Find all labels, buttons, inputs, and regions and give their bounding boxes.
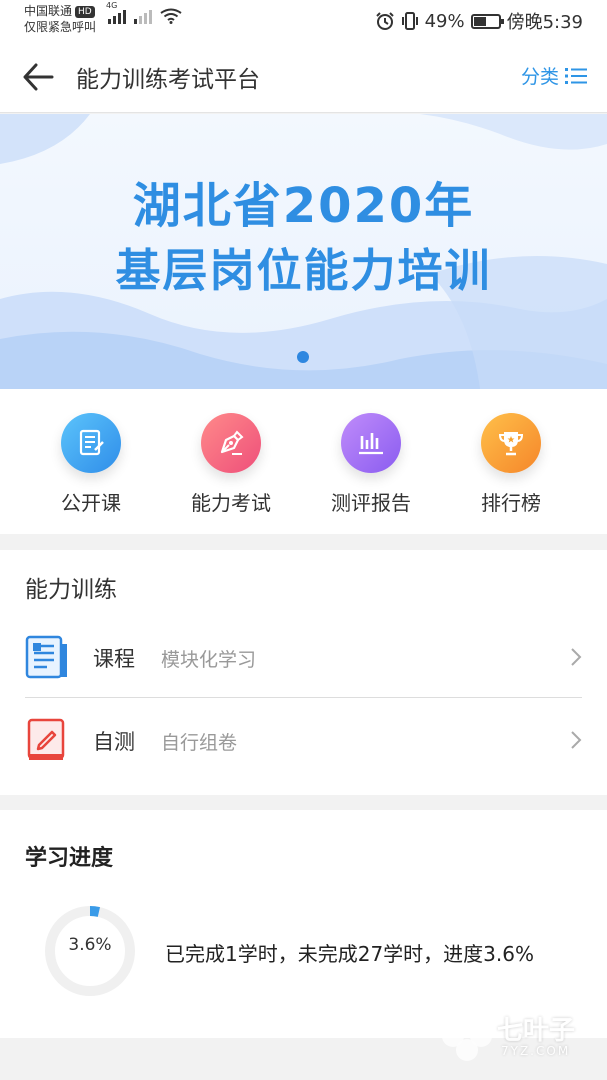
status-right: 49% 傍晚5:39 — [375, 8, 583, 34]
carousel-indicator-dot[interactable] — [297, 351, 309, 363]
alarm-icon — [375, 12, 394, 30]
status-bar: 中国联通 HD 仅限紧急呼叫 4G 49% 傍晚5:39 — [0, 0, 607, 40]
quick-item-open-course[interactable]: 公开课 — [31, 413, 151, 516]
signal-bars-icon — [108, 8, 126, 24]
leaf-logo-icon — [442, 1007, 492, 1061]
quick-item-label: 排行榜 — [481, 491, 541, 515]
list-item-self-test[interactable]: 自测 自行组卷 — [25, 699, 582, 781]
signal-bars-weak-icon — [134, 8, 152, 24]
battery-percent: 49% — [424, 10, 465, 32]
pen-nib-icon — [201, 413, 261, 473]
row-title: 自测 — [93, 730, 135, 754]
bar-chart-icon — [341, 413, 401, 473]
top-nav-bar: 能力训练考试平台 分类 — [0, 40, 607, 113]
course-book-icon — [25, 635, 67, 679]
wifi-icon — [160, 8, 182, 24]
category-label: 分类 — [520, 66, 559, 88]
self-test-icon — [27, 718, 65, 760]
list-item-course[interactable]: 课程 模块化学习 — [25, 616, 582, 698]
banner-title-line2: 基层岗位能力培训 — [115, 244, 492, 297]
quick-item-label: 能力考试 — [191, 491, 271, 515]
quick-item-label: 公开课 — [61, 491, 121, 515]
watermark-text: 七叶子 — [497, 1016, 576, 1046]
back-arrow-icon[interactable] — [22, 62, 54, 92]
emergency-text: 仅限紧急呼叫 — [24, 20, 97, 34]
quick-item-label: 测评报告 — [331, 491, 411, 515]
section-title: 学习进度 — [25, 846, 114, 871]
carrier-name: 中国联通 — [24, 4, 73, 18]
battery-icon — [470, 13, 504, 29]
banner-title-line1: 湖北省2020年 — [132, 178, 475, 234]
carrier-info: 中国联通 HD 仅限紧急呼叫 — [24, 3, 96, 35]
trophy-icon — [481, 413, 541, 473]
chevron-right-icon — [571, 648, 582, 666]
section-title: 能力训练 — [25, 577, 117, 603]
progress-description: 已完成1学时，未完成27学时，进度3.6% — [165, 942, 534, 966]
signal-indicators: 4G — [106, 1, 182, 24]
document-edit-icon — [61, 413, 121, 473]
quick-item-report[interactable]: 测评报告 — [311, 413, 431, 516]
row-subtitle: 模块化学习 — [161, 649, 257, 671]
progress-ring-label: 3.6% — [68, 935, 112, 955]
chevron-right-icon — [571, 731, 582, 749]
quick-menu: 公开课 能力考试 测评报告 排行榜 — [0, 389, 607, 534]
vibrate-icon — [401, 12, 418, 30]
category-button[interactable]: 分类 — [521, 62, 587, 89]
watermark-logo: 七叶子 7YZ.COM — [439, 1000, 589, 1070]
hd-badge: HD — [75, 6, 95, 18]
quick-item-ranking[interactable]: 排行榜 — [451, 413, 571, 516]
quick-item-ability-exam[interactable]: 能力考试 — [171, 413, 291, 516]
banner-carousel[interactable]: 湖北省2020年 基层岗位能力培训 — [0, 114, 607, 389]
page-title: 能力训练考试平台 — [76, 67, 260, 93]
network-type: 4G — [106, 1, 118, 10]
watermark-subtext: 7YZ.COM — [501, 1044, 571, 1058]
clock: 傍晚5:39 — [506, 12, 583, 33]
row-subtitle: 自行组卷 — [161, 732, 238, 754]
list-menu-icon — [565, 67, 587, 84]
row-title: 课程 — [93, 647, 135, 671]
training-section: 能力训练 课程 模块化学习 自测 自行组卷 — [0, 550, 607, 795]
